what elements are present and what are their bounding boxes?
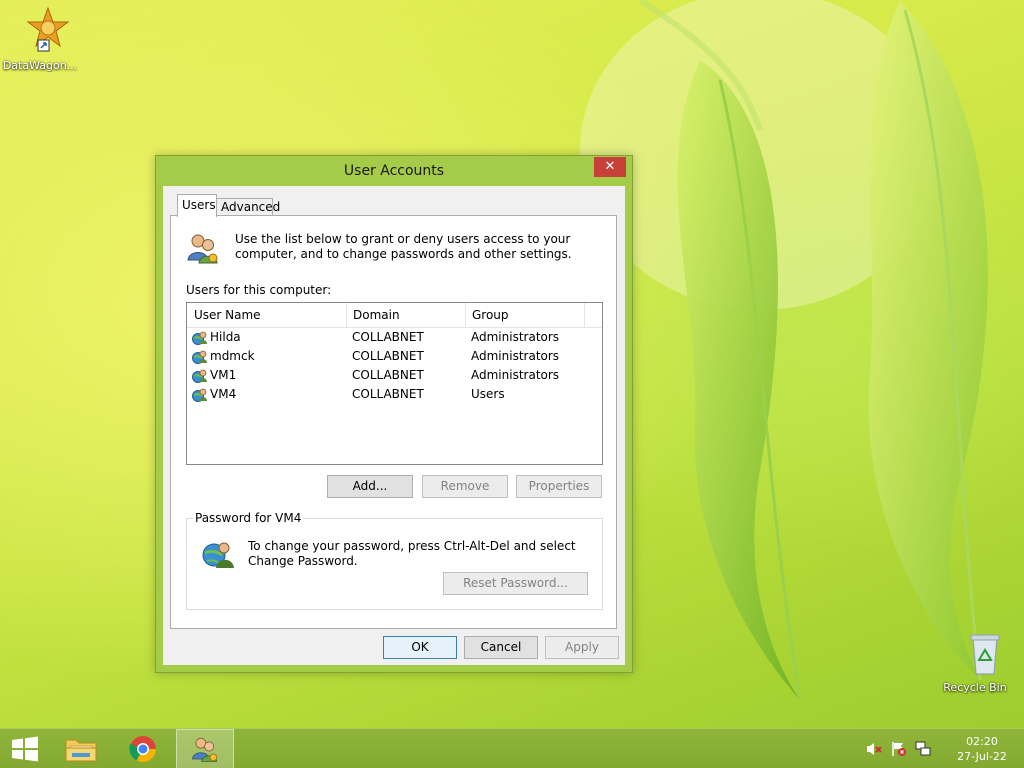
cell-domain: COLLABNET xyxy=(352,368,424,382)
clock-date: 27-Jul-22 xyxy=(957,750,1007,763)
cell-user-name: VM4 xyxy=(210,387,237,401)
cell-domain: COLLABNET xyxy=(352,330,424,344)
speaker-muted-icon[interactable] xyxy=(866,741,882,757)
user-globe-icon xyxy=(192,388,207,402)
reset-password-button[interactable]: Reset Password... xyxy=(443,572,588,595)
system-clock[interactable]: 02:20 27-Jul-22 xyxy=(952,734,1012,764)
table-row[interactable]: VM4 COLLABNET Users xyxy=(187,385,602,404)
windows-logo-icon xyxy=(12,736,38,762)
cancel-button[interactable]: Cancel xyxy=(464,636,538,659)
title-bar[interactable]: User Accounts ✕ xyxy=(156,156,632,186)
ok-button[interactable]: OK xyxy=(383,636,457,659)
dialog-client-area: Users Advanced Use the list below to gra… xyxy=(163,186,625,665)
users-tab-panel: Use the list below to grant or deny user… xyxy=(170,215,617,629)
cell-user-name: mdmck xyxy=(210,349,255,363)
cell-group: Administrators xyxy=(471,349,560,363)
start-button[interactable] xyxy=(0,729,58,768)
button-label: Apply xyxy=(565,640,599,654)
add-user-button[interactable]: Add... xyxy=(327,475,413,498)
user-globe-icon xyxy=(192,369,207,383)
table-row[interactable]: VM1 COLLABNET Administrators xyxy=(187,366,602,385)
button-label: Properties xyxy=(528,479,590,493)
password-groupbox: Password for VM4 To change your password… xyxy=(186,511,603,610)
taskbar-user-accounts[interactable] xyxy=(176,729,234,768)
list-header: User Name Domain Group xyxy=(187,303,602,328)
desktop-icon-recycle-bin[interactable]: Recycle Bin xyxy=(935,632,1015,694)
cell-domain: COLLABNET xyxy=(352,349,424,363)
tab-label: Advanced xyxy=(221,200,281,214)
taskbar: 02:20 27-Jul-22 xyxy=(0,728,1024,768)
recycle-bin-icon xyxy=(970,634,1000,675)
user-globe-icon xyxy=(202,542,234,568)
close-button[interactable]: ✕ xyxy=(594,157,626,177)
column-label: User Name xyxy=(194,308,261,322)
users-icon xyxy=(187,234,218,264)
taskbar-file-explorer[interactable] xyxy=(52,729,110,768)
button-label: OK xyxy=(411,640,429,654)
cell-domain: COLLABNET xyxy=(352,387,424,401)
taskbar-chrome[interactable] xyxy=(114,729,172,768)
network-icon[interactable] xyxy=(915,741,931,757)
desktop-icon-label: DataWagon... xyxy=(2,59,78,72)
password-help-text: To change your password, press Ctrl-Alt-… xyxy=(248,539,576,568)
button-label: Add... xyxy=(352,479,388,493)
button-label: Cancel xyxy=(480,640,522,654)
users-info-icon xyxy=(185,230,221,269)
column-label: Group xyxy=(472,308,509,322)
info-text: Use the list below to grant or deny user… xyxy=(235,232,572,261)
cell-user-name: Hilda xyxy=(210,330,241,344)
users-list-label: Users for this computer: xyxy=(186,283,332,297)
user-accounts-window: User Accounts ✕ Users Advanced Use the l… xyxy=(155,155,633,673)
column-header-user-name[interactable]: User Name xyxy=(187,303,347,327)
tab-label: Users xyxy=(182,198,216,212)
users-list[interactable]: User Name Domain Group Hilda COLLABNET A… xyxy=(186,302,603,465)
user-globe-icon xyxy=(192,331,207,345)
properties-button[interactable]: Properties xyxy=(516,475,602,498)
cell-user-name: VM1 xyxy=(210,368,237,382)
column-header-domain[interactable]: Domain xyxy=(346,303,466,327)
tab-users[interactable]: Users xyxy=(177,194,217,217)
cell-group: Administrators xyxy=(471,368,560,382)
folder-icon xyxy=(65,739,97,762)
action-center-flag-icon[interactable] xyxy=(891,741,907,757)
button-label: Reset Password... xyxy=(463,576,568,590)
button-label: Remove xyxy=(440,479,490,493)
desktop-icon-label: Recycle Bin xyxy=(943,681,1007,694)
clock-time: 02:20 xyxy=(966,735,998,748)
column-label: Domain xyxy=(353,308,400,322)
cell-group: Administrators xyxy=(471,330,560,344)
user-globe-icon xyxy=(192,350,207,364)
table-row[interactable]: Hilda COLLABNET Administrators xyxy=(187,328,602,347)
remove-user-button[interactable]: Remove xyxy=(422,475,508,498)
close-icon: ✕ xyxy=(604,159,616,174)
column-header-group[interactable]: Group xyxy=(465,303,585,327)
desktop-icon-datawagon[interactable]: DataWagon... xyxy=(0,6,80,72)
users-icon xyxy=(192,737,218,762)
table-row[interactable]: mdmck COLLABNET Administrators xyxy=(187,347,602,366)
password-group-legend: Password for VM4 xyxy=(193,511,304,525)
chrome-icon xyxy=(129,736,157,763)
datawagon-shortcut-icon xyxy=(26,6,70,52)
apply-button[interactable]: Apply xyxy=(545,636,619,659)
window-title: User Accounts xyxy=(343,163,445,179)
cell-group: Users xyxy=(471,387,505,401)
